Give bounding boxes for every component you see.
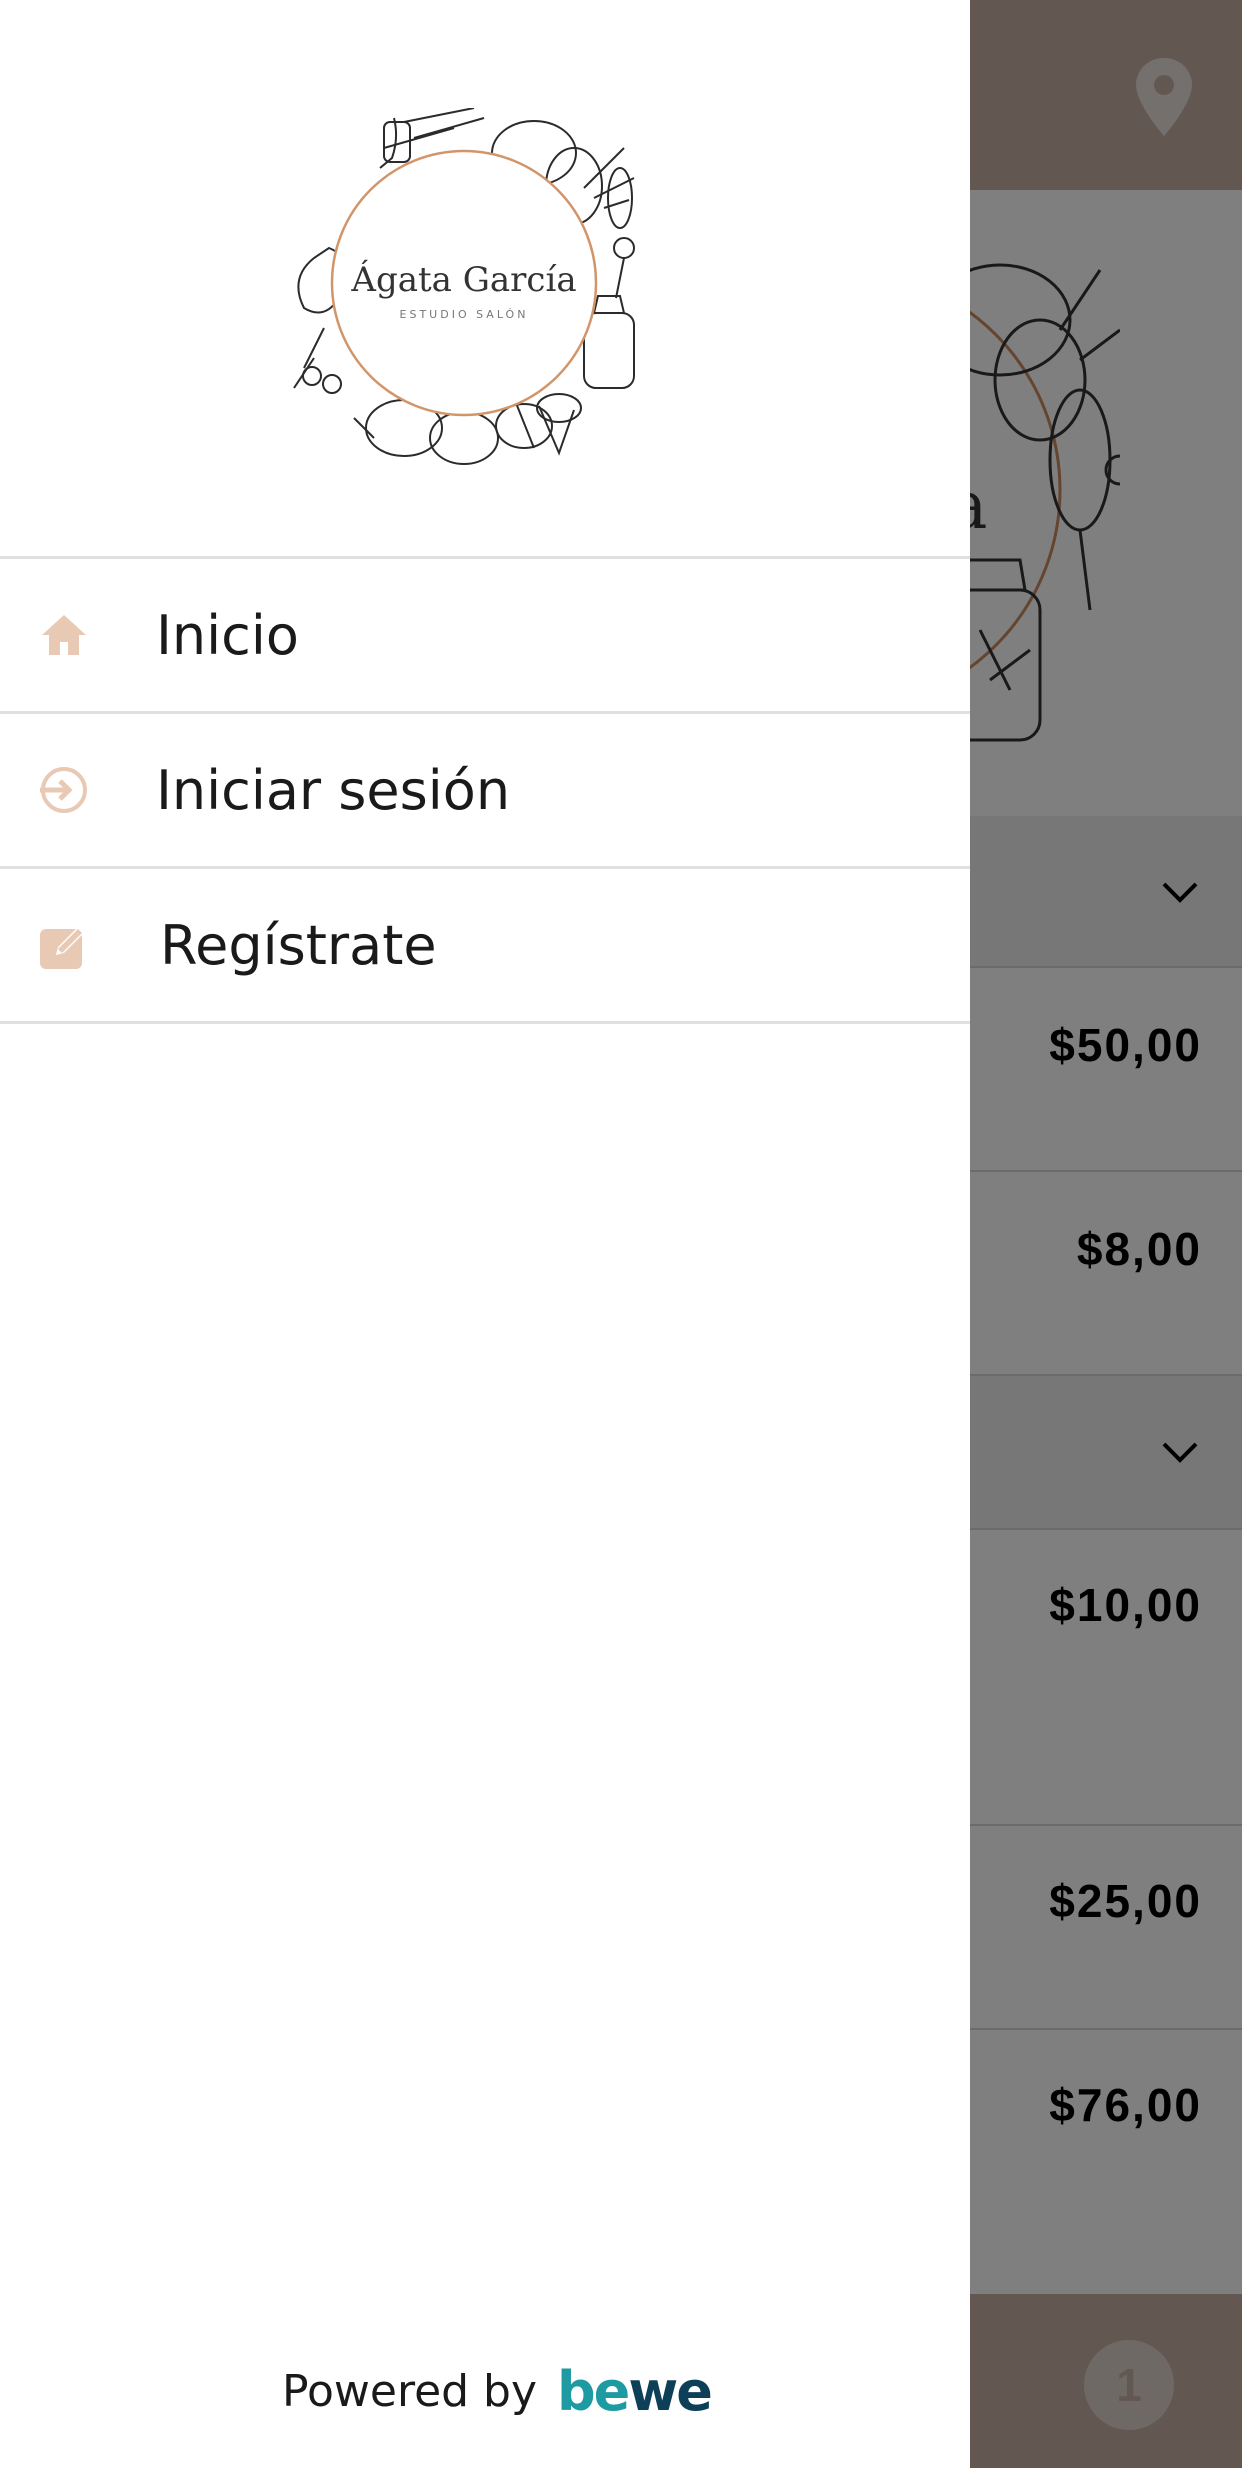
brand-subtitle: ESTUDIO SALÓN — [400, 308, 529, 321]
bewe-logo[interactable]: bewe — [557, 2360, 713, 2423]
powered-by-footer: Powered by bewe — [282, 2360, 713, 2423]
menu-item-registrate[interactable]: Regístrate — [0, 869, 970, 1024]
edit-icon — [40, 925, 86, 969]
bewe-logo-part-a: be — [557, 2360, 630, 2423]
menu-item-label: Inicio — [156, 603, 299, 667]
sign-in-icon — [40, 767, 87, 813]
menu-item-label: Iniciar sesión — [156, 758, 511, 822]
home-icon — [42, 615, 86, 655]
navigation-drawer: Ágata García ESTUDIO SALÓN Inicio Inicia… — [0, 0, 970, 2468]
bewe-logo-part-b: we — [628, 2360, 713, 2423]
menu-item-label: Regístrate — [160, 913, 437, 977]
menu-item-inicio[interactable]: Inicio — [0, 559, 970, 714]
drawer-menu: Inicio Iniciar sesión Regístrate — [0, 556, 970, 1024]
powered-by-text: Powered by — [282, 2366, 538, 2417]
brand-name: Ágata García — [350, 259, 576, 300]
brand-logo: Ágata García ESTUDIO SALÓN — [293, 108, 635, 465]
menu-item-iniciar-sesion[interactable]: Iniciar sesión — [0, 714, 970, 869]
